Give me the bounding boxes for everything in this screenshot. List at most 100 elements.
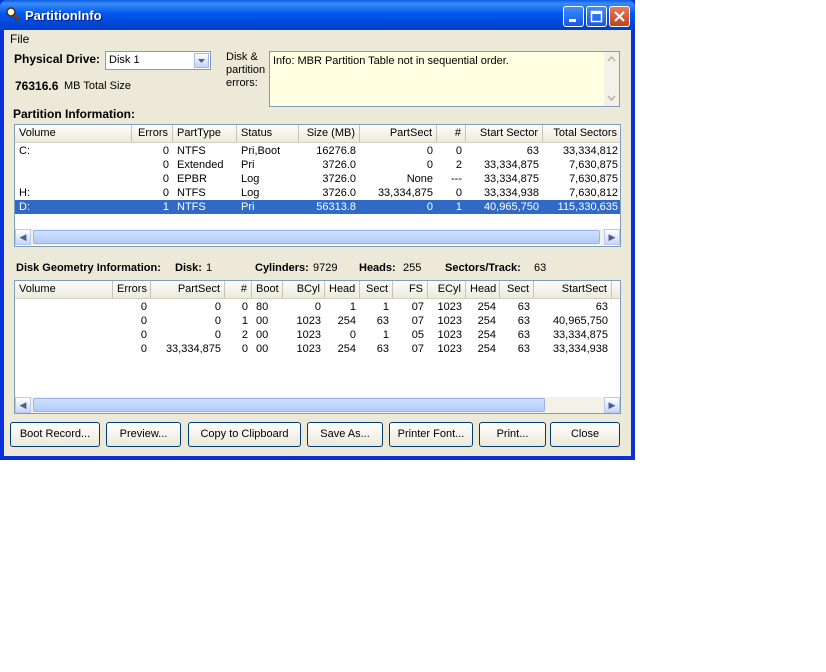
geometry-row[interactable]: 0 0 1 00 1023 254 63 07 1023 254 63 40,965,750 (15, 314, 620, 328)
partition-column-header[interactable]: PartSect (360, 125, 437, 142)
close-window-button[interactable] (609, 6, 630, 27)
close-icon (614, 11, 625, 22)
geometry-cell: 1023 (296, 315, 321, 327)
partition-row[interactable]: 0 Extended Pri 3726.0 0 2 33,334,875 7,630,875 (15, 158, 620, 172)
partition-cell: 0 (162, 187, 169, 199)
preview-button[interactable]: Preview... (106, 422, 181, 447)
geometry-cell: 0 (349, 329, 356, 341)
errors-textbox[interactable]: Info: MBR Partition Table not in sequent… (269, 51, 620, 107)
partition-column-header[interactable]: Errors (132, 125, 173, 142)
print-button[interactable]: Print... (479, 422, 546, 447)
geometry-cell: 254 (337, 315, 356, 327)
maximize-button[interactable] (586, 6, 607, 27)
errors-label-line1: Disk & (226, 51, 258, 63)
minimize-button[interactable] (563, 6, 584, 27)
partition-row[interactable]: C: 0 NTFS Pri,Boot 16276.8 0 0 63 33,334,812 (15, 144, 620, 158)
geometry-cell: 0 (314, 301, 321, 313)
total-size-value: 76316.6 (15, 79, 59, 93)
geometry-cell: 63 (517, 343, 530, 355)
partition-hscrollbar[interactable]: ◀ ▶ (15, 229, 620, 245)
geometry-cell: 63 (595, 301, 608, 313)
geometry-heading: Disk Geometry Information: (16, 262, 161, 274)
geometry-column-header[interactable]: Volume (15, 281, 113, 298)
geometry-cell: 0 (140, 343, 147, 355)
geometry-cell: 33,334,875 (552, 329, 608, 341)
printer-font-button[interactable]: Printer Font... (389, 422, 473, 447)
partition-cell: 56313.8 (316, 201, 356, 213)
scroll-left-button[interactable]: ◀ (15, 397, 31, 413)
partition-list[interactable]: Volume Errors PartType Status Size (MB) PartS… (14, 124, 621, 247)
geometry-cell: 05 (411, 329, 424, 341)
scroll-left-button[interactable]: ◀ (15, 229, 31, 245)
geometry-hscrollbar[interactable]: ◀ ▶ (15, 397, 620, 413)
partition-cell: 63 (526, 145, 539, 157)
partition-cell (15, 172, 132, 186)
partition-column-header[interactable]: Size (MB) (299, 125, 360, 142)
boot-record-button[interactable]: Boot Record... (10, 422, 100, 447)
partition-cell: C: (19, 145, 30, 157)
partition-cell: 7,630,875 (569, 173, 618, 185)
geometry-cell: 0 (214, 301, 221, 313)
geometry-column-header[interactable]: Head (325, 281, 360, 298)
geometry-column-header[interactable]: ECyl (428, 281, 466, 298)
physical-drive-select[interactable]: Disk 1 (105, 51, 211, 70)
geometry-cell: 2 (241, 329, 248, 341)
geometry-cell: 1023 (437, 301, 462, 313)
geometry-heads-value: 255 (403, 262, 422, 274)
partition-column-header[interactable]: Volume (15, 125, 132, 142)
geometry-heads-label: Heads: (359, 262, 396, 274)
scroll-right-button[interactable]: ▶ (604, 397, 620, 413)
geometry-column-header[interactable]: StartSect (534, 281, 612, 298)
copy-to-clipboard-button[interactable]: Copy to Clipboard (188, 422, 301, 447)
geometry-column-header[interactable]: Head (466, 281, 500, 298)
scroll-thumb[interactable] (33, 230, 600, 244)
geometry-column-header[interactable]: BCyl (283, 281, 325, 298)
geometry-cell: 00 (256, 329, 269, 341)
geometry-column-header[interactable]: Errors (113, 281, 151, 298)
partition-cell: 0 (426, 145, 433, 157)
scroll-right-button[interactable]: ▶ (604, 229, 620, 245)
scroll-thumb[interactable] (33, 398, 545, 412)
geometry-cell: 63 (517, 301, 530, 313)
partition-row[interactable]: H: 0 NTFS Log 3726.0 33,334,875 0 33,334,938 7,6… (15, 186, 620, 200)
geometry-column-header[interactable]: Boot (252, 281, 283, 298)
geometry-column-header[interactable]: # (225, 281, 252, 298)
geometry-cell: 0 (241, 343, 248, 355)
partition-cell: Pri,Boot (241, 145, 281, 157)
partition-cell: 1 (162, 201, 169, 213)
partition-row[interactable]: D: 1 NTFS Pri 56313.8 0 1 40,965,750 115,330,635 (15, 200, 620, 214)
errors-label-line2: partition (226, 64, 266, 76)
errors-scrollbar[interactable] (604, 52, 619, 106)
geometry-column-header[interactable]: PartSect (151, 281, 225, 298)
partition-cell: NTFS (177, 187, 206, 199)
geometry-list-header: Volume Errors PartSect # Boot BCyl Head Sect FS E… (15, 281, 620, 299)
geometry-column-header[interactable]: FS (393, 281, 428, 298)
menu-file[interactable]: File (10, 32, 29, 46)
dropdown-button[interactable] (194, 53, 209, 68)
geometry-row[interactable]: 0 0 2 00 1023 0 1 05 1023 254 63 33,334,875 (15, 328, 620, 342)
geometry-list[interactable]: Volume Errors PartSect # Boot BCyl Head Sect FS E… (14, 280, 621, 414)
partition-column-header[interactable]: # (437, 125, 466, 142)
partition-cell: 3726.0 (322, 187, 356, 199)
geometry-row[interactable]: 0 33,334,875 0 00 1023 254 63 07 1023 254 63 33,334… (15, 342, 620, 356)
partition-cell: Pri (241, 201, 255, 213)
partition-row[interactable]: 0 EPBR Log 3726.0 None --- 33,334,875 7,630,875 (15, 172, 620, 186)
partition-cell: Pri (241, 159, 255, 171)
partition-column-header[interactable]: PartType (173, 125, 237, 142)
partition-column-header[interactable]: Status (237, 125, 299, 142)
geometry-cell: 0 (214, 329, 221, 341)
errors-label-line3: errors: (226, 77, 258, 89)
partition-column-header[interactable]: Total Sectors (543, 125, 620, 142)
geometry-column-header[interactable]: Sect (500, 281, 534, 298)
save-as-button[interactable]: Save As... (307, 422, 383, 447)
geometry-cell: 07 (411, 315, 424, 327)
geometry-cell: 80 (256, 301, 269, 313)
geometry-cell: 0 (140, 329, 147, 341)
scroll-arrows-icon (607, 55, 616, 102)
close-button[interactable]: Close (550, 422, 620, 447)
geometry-column-header[interactable]: Sect (360, 281, 393, 298)
title-bar[interactable]: PartitionInfo (0, 0, 635, 30)
partition-column-header[interactable]: Start Sector (466, 125, 543, 142)
geometry-row[interactable]: 0 0 0 80 0 1 1 07 1023 254 63 63 (15, 300, 620, 314)
errors-text: Info: MBR Partition Table not in sequent… (273, 55, 509, 67)
